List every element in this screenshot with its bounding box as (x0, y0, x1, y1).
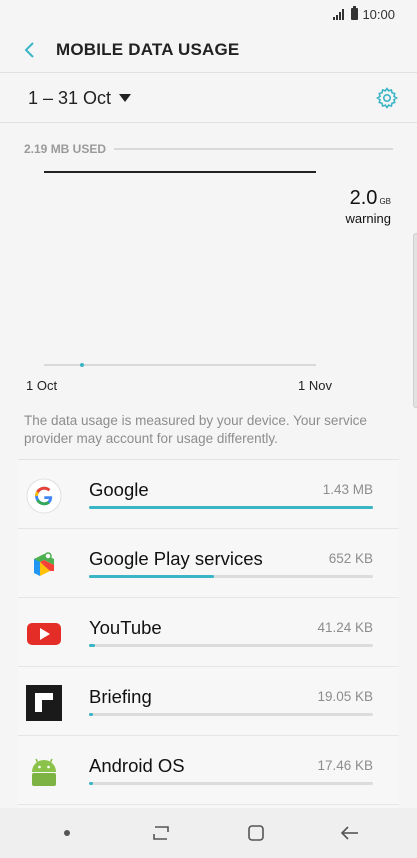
app-name: YouTube (89, 617, 162, 638)
back-button[interactable] (18, 38, 42, 62)
gear-icon[interactable] (375, 86, 399, 110)
usage-bar-fill (89, 506, 373, 509)
disclaimer-text: The data usage is measured by your devic… (24, 413, 367, 446)
recent-apps-button[interactable] (141, 813, 181, 853)
back-nav-button[interactable] (330, 813, 370, 853)
usage-point (80, 363, 84, 367)
status-time: 10:00 (362, 6, 395, 22)
period-label: 1 – 31 Oct (28, 87, 112, 108)
caret-down-icon (119, 94, 132, 102)
usage-bar (89, 506, 373, 509)
home-icon (247, 825, 264, 841)
scrollbar[interactable] (413, 233, 417, 408)
used-label: 2.19 MB USED (24, 142, 107, 156)
home-button[interactable] (236, 813, 276, 853)
app-name: Google Play services (89, 548, 263, 569)
app-name: Briefing (89, 686, 152, 707)
google-icon (26, 478, 62, 514)
app-size: 19.05 KB (317, 689, 373, 704)
period-divider (0, 122, 417, 123)
arrow-back-icon (340, 826, 358, 840)
warning-unit: GB (379, 197, 391, 206)
app-size: 17.46 KB (317, 758, 373, 773)
youtube-icon (27, 623, 61, 645)
warning-value: 2.0 (349, 187, 378, 209)
list-item[interactable]: Google 1.43 MB (18, 460, 399, 529)
app-bar: MOBILE DATA USAGE (0, 28, 417, 72)
usage-bar (89, 575, 373, 578)
nav-dot-button[interactable] (47, 813, 87, 853)
period-row: 1 – 31 Oct (0, 73, 417, 123)
usage-bar-fill (89, 713, 94, 716)
usage-bar-fill (89, 644, 95, 647)
usage-bar (89, 713, 373, 716)
navigation-bar (0, 808, 417, 858)
battery-icon (351, 6, 359, 20)
usage-bar-fill (89, 575, 214, 578)
usage-bar (89, 782, 373, 785)
used-line (114, 148, 393, 150)
list-item[interactable]: Google Play services 652 KB (18, 529, 399, 598)
period-dropdown[interactable]: 1 – 31 Oct (28, 87, 132, 109)
app-size: 41.24 KB (317, 620, 373, 635)
briefing-icon (26, 685, 62, 721)
android-icon (32, 758, 56, 786)
x-axis-end-label: 1 Nov (298, 378, 332, 393)
app-name: Google (89, 479, 149, 500)
list-item[interactable]: Briefing 19.05 KB (18, 667, 399, 736)
play-services-icon (34, 552, 54, 576)
dot-icon (64, 830, 71, 836)
warning-label: warning (345, 211, 391, 226)
usage-bar-fill (89, 782, 94, 785)
app-name: Android OS (89, 755, 185, 776)
app-size: 1.43 MB (322, 482, 373, 497)
signal-icon (333, 9, 345, 20)
chevron-left-icon (24, 42, 34, 58)
list-item[interactable]: Android OS 17.46 KB (18, 736, 399, 805)
warning-indicator[interactable]: 2.0 GB warning (345, 188, 391, 225)
usage-summary: 2.19 MB USED (24, 141, 393, 157)
x-axis-start-label: 1 Oct (26, 378, 58, 393)
list-item[interactable]: YouTube 41.24 KB (18, 598, 399, 667)
app-size: 652 KB (328, 551, 373, 566)
recent-apps-icon (153, 826, 170, 840)
app-list: Google 1.43 MB Google Play services 652 … (18, 459, 399, 808)
usage-bar (89, 644, 373, 647)
page-title: MOBILE DATA USAGE (56, 40, 240, 59)
status-bar: 10:00 (0, 0, 417, 28)
